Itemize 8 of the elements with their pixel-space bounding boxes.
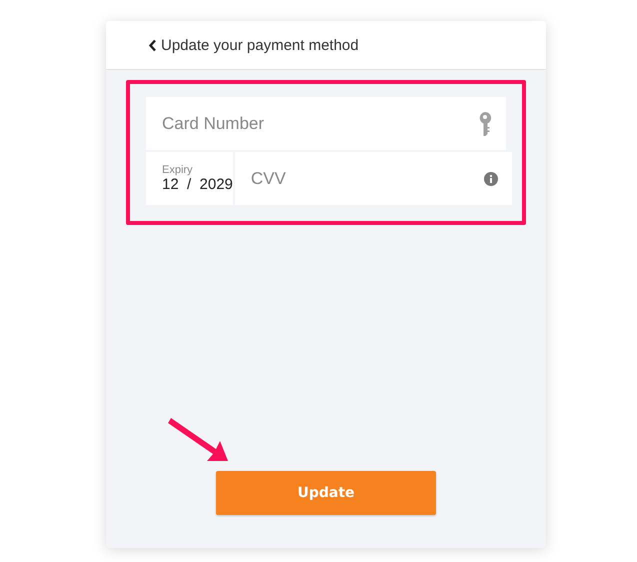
info-icon[interactable] [484, 172, 498, 186]
card-number-field[interactable]: Card Number [146, 97, 506, 150]
key-icon [478, 112, 492, 136]
back-icon[interactable] [148, 38, 157, 52]
header-title: Update your payment method [161, 36, 359, 54]
cvv-field[interactable]: CVV [234, 152, 512, 205]
expiry-label: Expiry [162, 164, 194, 176]
expiry-value[interactable]: 12 / 2029 [162, 176, 233, 193]
